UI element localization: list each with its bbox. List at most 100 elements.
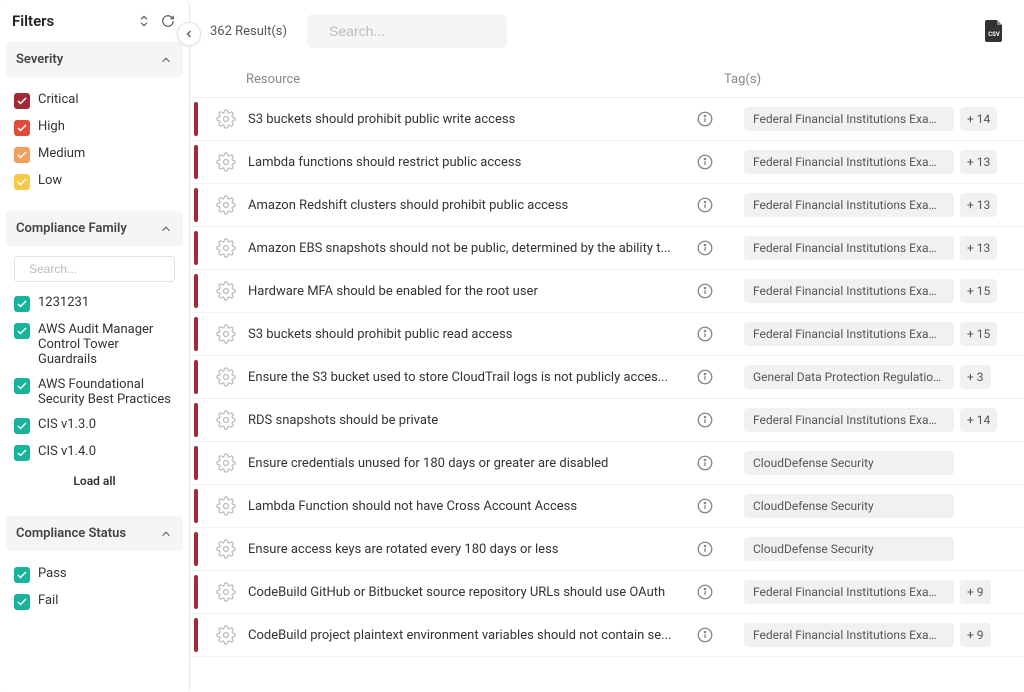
compliance-status-label: Pass	[38, 566, 67, 581]
info-icon[interactable]	[696, 454, 714, 472]
compliance-family-item[interactable]: AWS Foundational Security Best Practices	[14, 372, 175, 412]
compliance-family-item[interactable]: 1231231	[14, 290, 175, 317]
table-row[interactable]: CodeBuild project plaintext environment …	[190, 614, 1024, 657]
tag-more[interactable]: + 13	[960, 150, 997, 174]
checkbox[interactable]	[14, 323, 30, 339]
table-row[interactable]: Amazon Redshift clusters should prohibit…	[190, 184, 1024, 227]
export-csv-button[interactable]: CSV	[984, 20, 1004, 42]
compliance-family-item[interactable]: AWS Audit Manager Control Tower Guardrai…	[14, 317, 175, 372]
compliance-family-item[interactable]: CIS v1.4.0	[14, 439, 175, 466]
info-icon[interactable]	[696, 540, 714, 558]
tag[interactable]: CloudDefense Security	[744, 494, 954, 518]
tag-more[interactable]: + 14	[960, 107, 997, 131]
main-search[interactable]	[307, 14, 507, 48]
compliance-family-item[interactable]: CIS v1.3.0	[14, 412, 175, 439]
tag-more[interactable]: + 9	[960, 580, 991, 604]
checkbox[interactable]	[14, 296, 30, 312]
tag[interactable]: Federal Financial Institutions Examinati…	[744, 623, 954, 647]
info-icon[interactable]	[696, 583, 714, 601]
gear-icon	[216, 410, 236, 430]
compliance-family-section-header[interactable]: Compliance Family	[6, 211, 183, 246]
table-row[interactable]: Hardware MFA should be enabled for the r…	[190, 270, 1024, 313]
info-icon[interactable]	[696, 282, 714, 300]
checkbox[interactable]	[14, 378, 30, 394]
severity-item[interactable]: Critical	[14, 87, 175, 114]
info-icon[interactable]	[696, 239, 714, 257]
tag[interactable]: Federal Financial Institutions Examinati…	[744, 107, 954, 131]
tags-cell: Federal Financial Institutions Examinati…	[744, 580, 1004, 604]
tag-more[interactable]: + 13	[960, 236, 997, 260]
resource-title: Hardware MFA should be enabled for the r…	[248, 284, 696, 299]
checkbox[interactable]	[14, 174, 30, 190]
severity-section-header[interactable]: Severity	[6, 42, 183, 77]
compliance-search-input[interactable]	[29, 262, 184, 276]
tag[interactable]: General Data Protection Regulation (G...	[744, 365, 954, 389]
gear-icon	[216, 539, 236, 559]
severity-item[interactable]: High	[14, 114, 175, 141]
tag[interactable]: Federal Financial Institutions Examinati…	[744, 279, 954, 303]
tag[interactable]: Federal Financial Institutions Examinati…	[744, 193, 954, 217]
severity-indicator	[194, 575, 198, 609]
table-row[interactable]: RDS snapshots should be private Federal …	[190, 399, 1024, 442]
severity-item[interactable]: Low	[14, 168, 175, 195]
sidebar-collapse-button[interactable]	[177, 22, 201, 46]
info-icon[interactable]	[696, 110, 714, 128]
checkbox[interactable]	[14, 567, 30, 583]
main-search-input[interactable]	[329, 23, 510, 39]
tag[interactable]: Federal Financial Institutions Examinati…	[744, 408, 954, 432]
info-icon[interactable]	[696, 325, 714, 343]
info-icon[interactable]	[696, 153, 714, 171]
table-row[interactable]: Lambda functions should restrict public …	[190, 141, 1024, 184]
table-row[interactable]: S3 buckets should prohibit public write …	[190, 98, 1024, 141]
tag[interactable]: CloudDefense Security	[744, 451, 954, 475]
tag-more[interactable]: + 13	[960, 193, 997, 217]
tag[interactable]: Federal Financial Institutions Examinati…	[744, 150, 954, 174]
tags-cell: Federal Financial Institutions Examinati…	[744, 236, 1004, 260]
tags-cell: Federal Financial Institutions Examinati…	[744, 150, 1004, 174]
info-icon[interactable]	[696, 497, 714, 515]
compliance-status-item[interactable]: Pass	[14, 561, 175, 588]
severity-title: Severity	[16, 52, 63, 67]
checkbox[interactable]	[14, 147, 30, 163]
tag-more[interactable]: + 3	[960, 365, 991, 389]
tag[interactable]: Federal Financial Institutions Examinati…	[744, 322, 954, 346]
info-icon[interactable]	[696, 411, 714, 429]
tag-more[interactable]: + 15	[960, 279, 997, 303]
tag[interactable]: Federal Financial Institutions Examinati…	[744, 236, 954, 260]
info-icon[interactable]	[696, 196, 714, 214]
table-row[interactable]: Ensure access keys are rotated every 180…	[190, 528, 1024, 571]
table-row[interactable]: Amazon EBS snapshots should not be publi…	[190, 227, 1024, 270]
load-all-button[interactable]: Load all	[14, 466, 175, 500]
checkbox[interactable]	[14, 93, 30, 109]
chevron-up-icon	[159, 222, 173, 236]
severity-indicator	[194, 446, 198, 480]
gear-icon	[216, 582, 236, 602]
resource-title: Ensure access keys are rotated every 180…	[248, 542, 696, 557]
tag[interactable]: Federal Financial Institutions Examinati…	[744, 580, 954, 604]
refresh-icon[interactable]	[159, 12, 177, 30]
tag-more[interactable]: + 14	[960, 408, 997, 432]
compliance-family-label: AWS Foundational Security Best Practices	[38, 377, 175, 407]
severity-item[interactable]: Medium	[14, 141, 175, 168]
table-row[interactable]: CodeBuild GitHub or Bitbucket source rep…	[190, 571, 1024, 614]
tag-more[interactable]: + 9	[960, 623, 991, 647]
checkbox[interactable]	[14, 445, 30, 461]
collapse-vertical-icon[interactable]	[135, 12, 153, 30]
tags-cell: Federal Financial Institutions Examinati…	[744, 193, 1004, 217]
tag-more[interactable]: + 15	[960, 322, 997, 346]
table-row[interactable]: Ensure credentials unused for 180 days o…	[190, 442, 1024, 485]
severity-indicator	[194, 274, 198, 308]
table-row[interactable]: Lambda Function should not have Cross Ac…	[190, 485, 1024, 528]
compliance-status-item[interactable]: Fail	[14, 588, 175, 615]
checkbox[interactable]	[14, 594, 30, 610]
info-icon[interactable]	[696, 626, 714, 644]
tags-cell: Federal Financial Institutions Examinati…	[744, 623, 1004, 647]
compliance-status-section-header[interactable]: Compliance Status	[6, 516, 183, 551]
table-row[interactable]: S3 buckets should prohibit public read a…	[190, 313, 1024, 356]
tag[interactable]: CloudDefense Security	[744, 537, 954, 561]
compliance-search[interactable]	[14, 256, 175, 282]
info-icon[interactable]	[696, 368, 714, 386]
checkbox[interactable]	[14, 120, 30, 136]
table-row[interactable]: Ensure the S3 bucket used to store Cloud…	[190, 356, 1024, 399]
checkbox[interactable]	[14, 418, 30, 434]
